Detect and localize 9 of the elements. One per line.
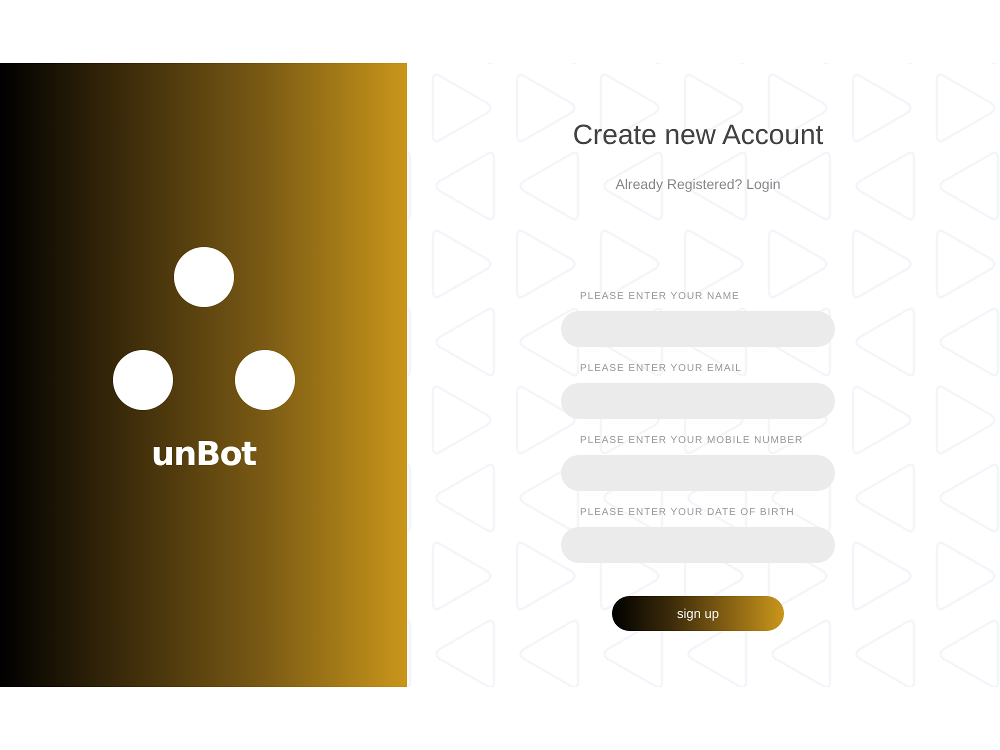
field-label: PLEASE ENTER YOUR MOBILE NUMBER bbox=[579, 434, 804, 448]
login-prompt: Already Registered? Login bbox=[615, 175, 780, 193]
brand-wordmark: unBot bbox=[151, 434, 256, 474]
field-label: PLEASE ENTER YOUR DATE OF BIRTH bbox=[579, 506, 794, 520]
page-title: Create new Account bbox=[572, 118, 824, 152]
field-label: PLEASE ENTER YOUR EMAIL bbox=[579, 362, 742, 376]
sign-up-button[interactable]: sign up bbox=[612, 596, 784, 631]
field-label: PLEASE ENTER YOUR NAME bbox=[579, 290, 740, 304]
three-dots-logo-icon bbox=[112, 247, 294, 410]
